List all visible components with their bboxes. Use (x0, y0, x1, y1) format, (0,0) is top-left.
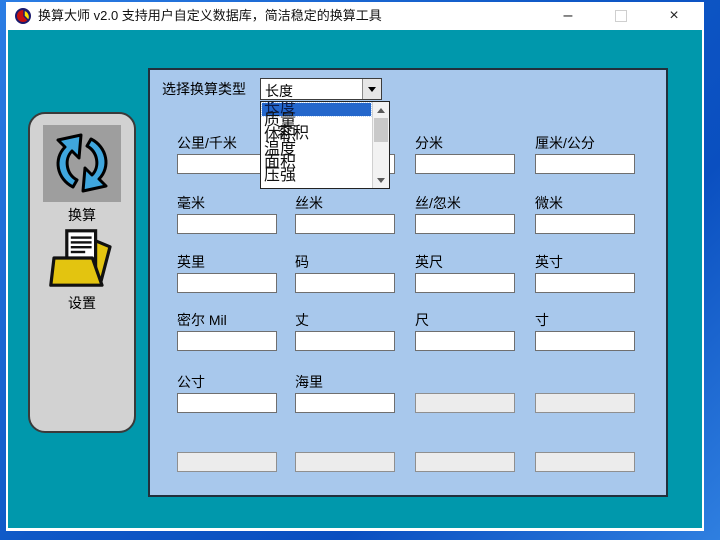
folder-icon (30, 226, 134, 290)
window-title: 换算大师 v2.0 支持用户自定义数据库，简洁稳定的换算工具 (38, 2, 382, 30)
unit-input-disabled (295, 452, 395, 472)
unit-input-disabled (535, 393, 635, 413)
field-label: 英尺 (415, 252, 519, 269)
desktop-background: 换算大师 v2.0 支持用户自定义数据库，简洁稳定的换算工具 – × (0, 0, 720, 540)
convert-button-label: 换算 (30, 205, 134, 225)
chevron-up-icon (377, 108, 385, 113)
scroll-up-button[interactable] (373, 103, 389, 117)
unit-input[interactable] (415, 214, 515, 234)
app-window: 换算大师 v2.0 支持用户自定义数据库，简洁稳定的换算工具 – × (6, 2, 704, 531)
unit-input[interactable] (177, 273, 277, 293)
combo-dropdown-button[interactable] (362, 79, 381, 99)
field-label: 丝米 (295, 193, 399, 210)
unit-input-disabled (535, 452, 635, 472)
minimize-button[interactable]: – (546, 3, 590, 29)
title-bar: 换算大师 v2.0 支持用户自定义数据库，简洁稳定的换算工具 – × (6, 2, 704, 30)
chevron-down-icon (368, 87, 376, 92)
combo-selected-value: 长度 (261, 79, 362, 99)
field-label: 码 (295, 252, 399, 269)
unit-input[interactable] (535, 154, 635, 174)
unit-input[interactable] (535, 214, 635, 234)
convert-button[interactable]: 换算 (30, 125, 134, 225)
sidebar-toolbar: 换算 设置 (28, 112, 136, 433)
listbox-item[interactable]: 压强 (264, 168, 296, 184)
unit-input[interactable] (415, 154, 515, 174)
maximize-button (599, 3, 643, 29)
field-label (415, 372, 519, 389)
type-select-label: 选择换算类型 (162, 79, 246, 99)
unit-input[interactable] (295, 273, 395, 293)
app-icon (15, 7, 33, 25)
unit-input[interactable] (535, 273, 635, 293)
field-label (535, 372, 639, 389)
field-label: 丝/忽米 (415, 193, 519, 210)
unit-input[interactable] (415, 273, 515, 293)
unit-input[interactable] (295, 214, 395, 234)
unit-input[interactable] (535, 331, 635, 351)
field-label: 寸 (535, 310, 639, 327)
unit-input[interactable] (177, 214, 277, 234)
maximize-icon (615, 10, 627, 22)
unit-input[interactable] (295, 331, 395, 351)
scrollbar-thumb[interactable] (374, 118, 388, 142)
field-label: 微米 (535, 193, 639, 210)
field-label: 丈 (295, 310, 399, 327)
unit-input[interactable] (295, 393, 395, 413)
field-label: 英寸 (535, 252, 639, 269)
unit-input-disabled (177, 452, 277, 472)
field-label: 英里 (177, 252, 281, 269)
conversion-panel: 选择换算类型 长度 长度 质量 容积 体积 温度 面积 压强 (148, 68, 668, 497)
settings-button-label: 设置 (30, 293, 134, 313)
field-label: 密尔 Mil (177, 310, 281, 327)
scroll-down-button[interactable] (373, 173, 389, 187)
close-button[interactable]: × (652, 3, 696, 29)
field-label: 厘米/公分 (535, 133, 639, 150)
conversion-type-select[interactable]: 长度 (260, 78, 382, 100)
unit-input-disabled (415, 393, 515, 413)
unit-input[interactable] (177, 331, 277, 351)
conversion-type-listbox: 长度 质量 容积 体积 温度 面积 压强 (260, 101, 390, 189)
field-label: 公寸 (177, 372, 281, 389)
listbox-scrollbar[interactable] (372, 102, 389, 188)
chevron-down-icon (377, 178, 385, 183)
field-label: 分米 (415, 133, 519, 150)
recycle-arrows-icon (43, 125, 121, 202)
field-label: 毫米 (177, 193, 281, 210)
field-label: 尺 (415, 310, 519, 327)
settings-button[interactable]: 设置 (30, 226, 134, 313)
field-label: 海里 (295, 372, 399, 389)
unit-input[interactable] (415, 331, 515, 351)
client-area: 换算 设置 (8, 30, 702, 528)
unit-input[interactable] (177, 393, 277, 413)
unit-input-disabled (415, 452, 515, 472)
